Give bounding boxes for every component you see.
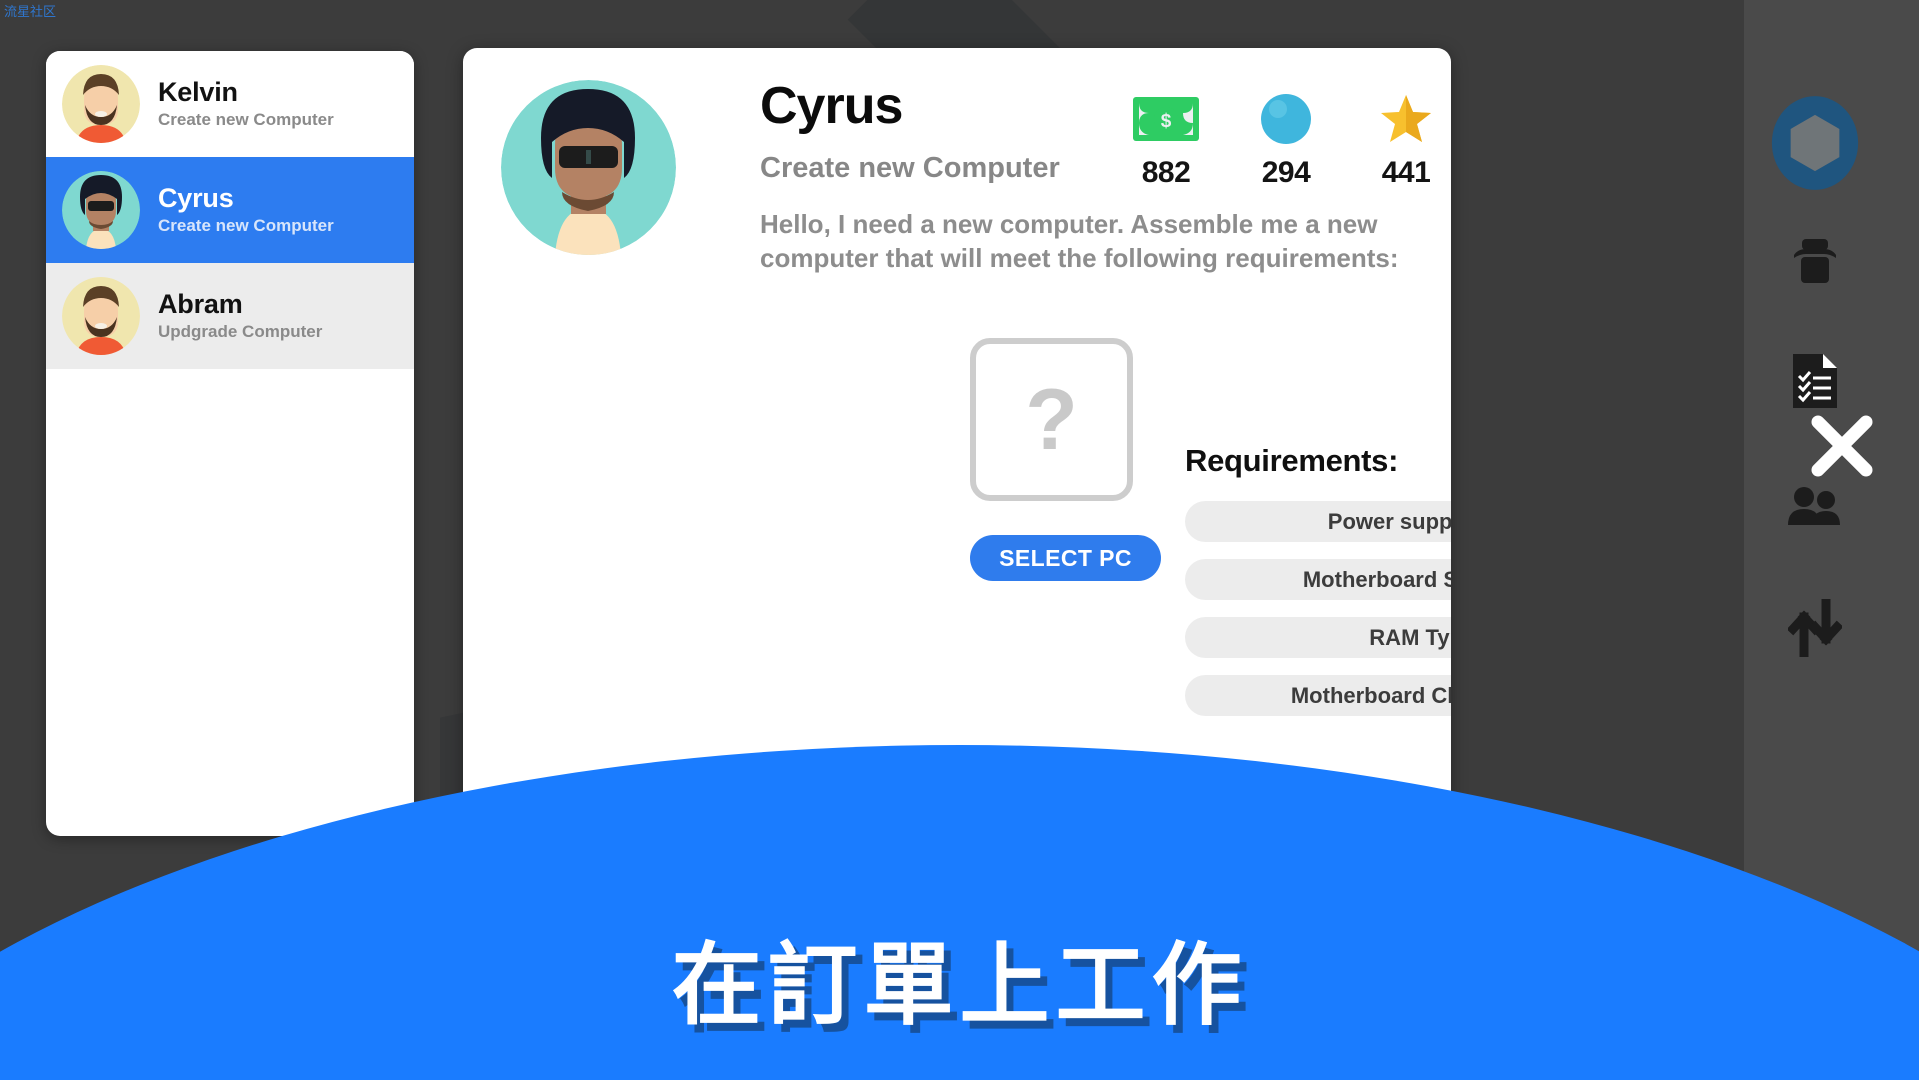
customer-task: Create new Computer: [158, 110, 334, 130]
pc-slot-placeholder[interactable]: ?: [970, 338, 1133, 501]
stat-money: $ 882: [1129, 88, 1203, 190]
customer-text: Abram Updgrade Computer: [158, 289, 322, 343]
blue-orb-icon: [1249, 88, 1323, 150]
order-list-icon[interactable]: [1770, 348, 1860, 414]
customer-task: Updgrade Computer: [158, 322, 323, 342]
close-button[interactable]: [1802, 406, 1882, 486]
requirements-heading: Requirements:: [1185, 443, 1399, 478]
gold-star-icon: [1369, 88, 1443, 150]
customer-text: Cyrus Create new Computer: [158, 183, 334, 237]
requirements-section: Requirements: Power supply should be atl…: [1185, 443, 1451, 716]
svg-text:$: $: [1161, 111, 1172, 132]
avatar: [62, 65, 140, 143]
stat-orb: 294: [1249, 88, 1323, 190]
banner-title: 在訂單上工作: [671, 933, 1248, 1038]
stats-bar: $ 882 294 441: [1129, 88, 1443, 190]
customer-list-panel: Kelvin Create new Computer Cyrus Create …: [46, 51, 414, 836]
requirements-list: Power supply should be atlest > 500 Moth…: [1185, 501, 1451, 716]
detail-header-right: Cyrus Create new Computer Hello, I need …: [676, 80, 1451, 276]
requirement-item: Motherboard Socket should be LGA 1151: [1185, 559, 1451, 600]
customer-list-item-abram[interactable]: Abram Updgrade Computer: [46, 263, 414, 369]
customer-name: Kelvin: [158, 76, 238, 107]
pc-select-column: ? SELECT PC: [970, 338, 1161, 581]
customer-list-item-cyrus[interactable]: Cyrus Create new Computer: [46, 157, 414, 263]
customer-name: Abram: [158, 288, 243, 319]
requirement-item: RAM Type shouuld be DDR4: [1185, 617, 1451, 658]
stat-value: 882: [1141, 156, 1191, 189]
customer-text: Kelvin Create new Computer: [158, 77, 334, 131]
order-detail-panel: Cyrus Create new Computer Hello, I need …: [463, 48, 1451, 838]
close-icon: [1811, 415, 1873, 477]
customer-list-item-kelvin[interactable]: Kelvin Create new Computer: [46, 51, 414, 157]
greeting-text: Hello, I need a new computer. Assemble m…: [760, 209, 1399, 274]
hexagon-logo-icon: [1770, 88, 1860, 198]
stat-value: 294: [1261, 156, 1311, 189]
avatar: [62, 171, 140, 249]
requirement-item: Motherboard Chipset should be INTELH110: [1185, 675, 1451, 716]
detail-header: Cyrus Create new Computer Hello, I need …: [463, 48, 1451, 276]
customer-task: Create new Computer: [158, 216, 334, 236]
swap-arrows-icon[interactable]: [1770, 596, 1860, 660]
watermark-text: 流星社区: [4, 5, 57, 20]
avatar: [501, 80, 676, 255]
stat-value: 441: [1381, 156, 1431, 189]
avatar: [62, 277, 140, 355]
select-pc-button[interactable]: SELECT PC: [970, 535, 1161, 581]
customer-name: Cyrus: [158, 182, 234, 213]
question-mark-icon: ?: [1025, 371, 1078, 468]
stat-star: 441: [1369, 88, 1443, 190]
requirement-item: Power supply should be atlest > 500: [1185, 501, 1451, 542]
toolbox-icon[interactable]: [1770, 226, 1860, 296]
money-bill-icon: $: [1129, 88, 1203, 150]
